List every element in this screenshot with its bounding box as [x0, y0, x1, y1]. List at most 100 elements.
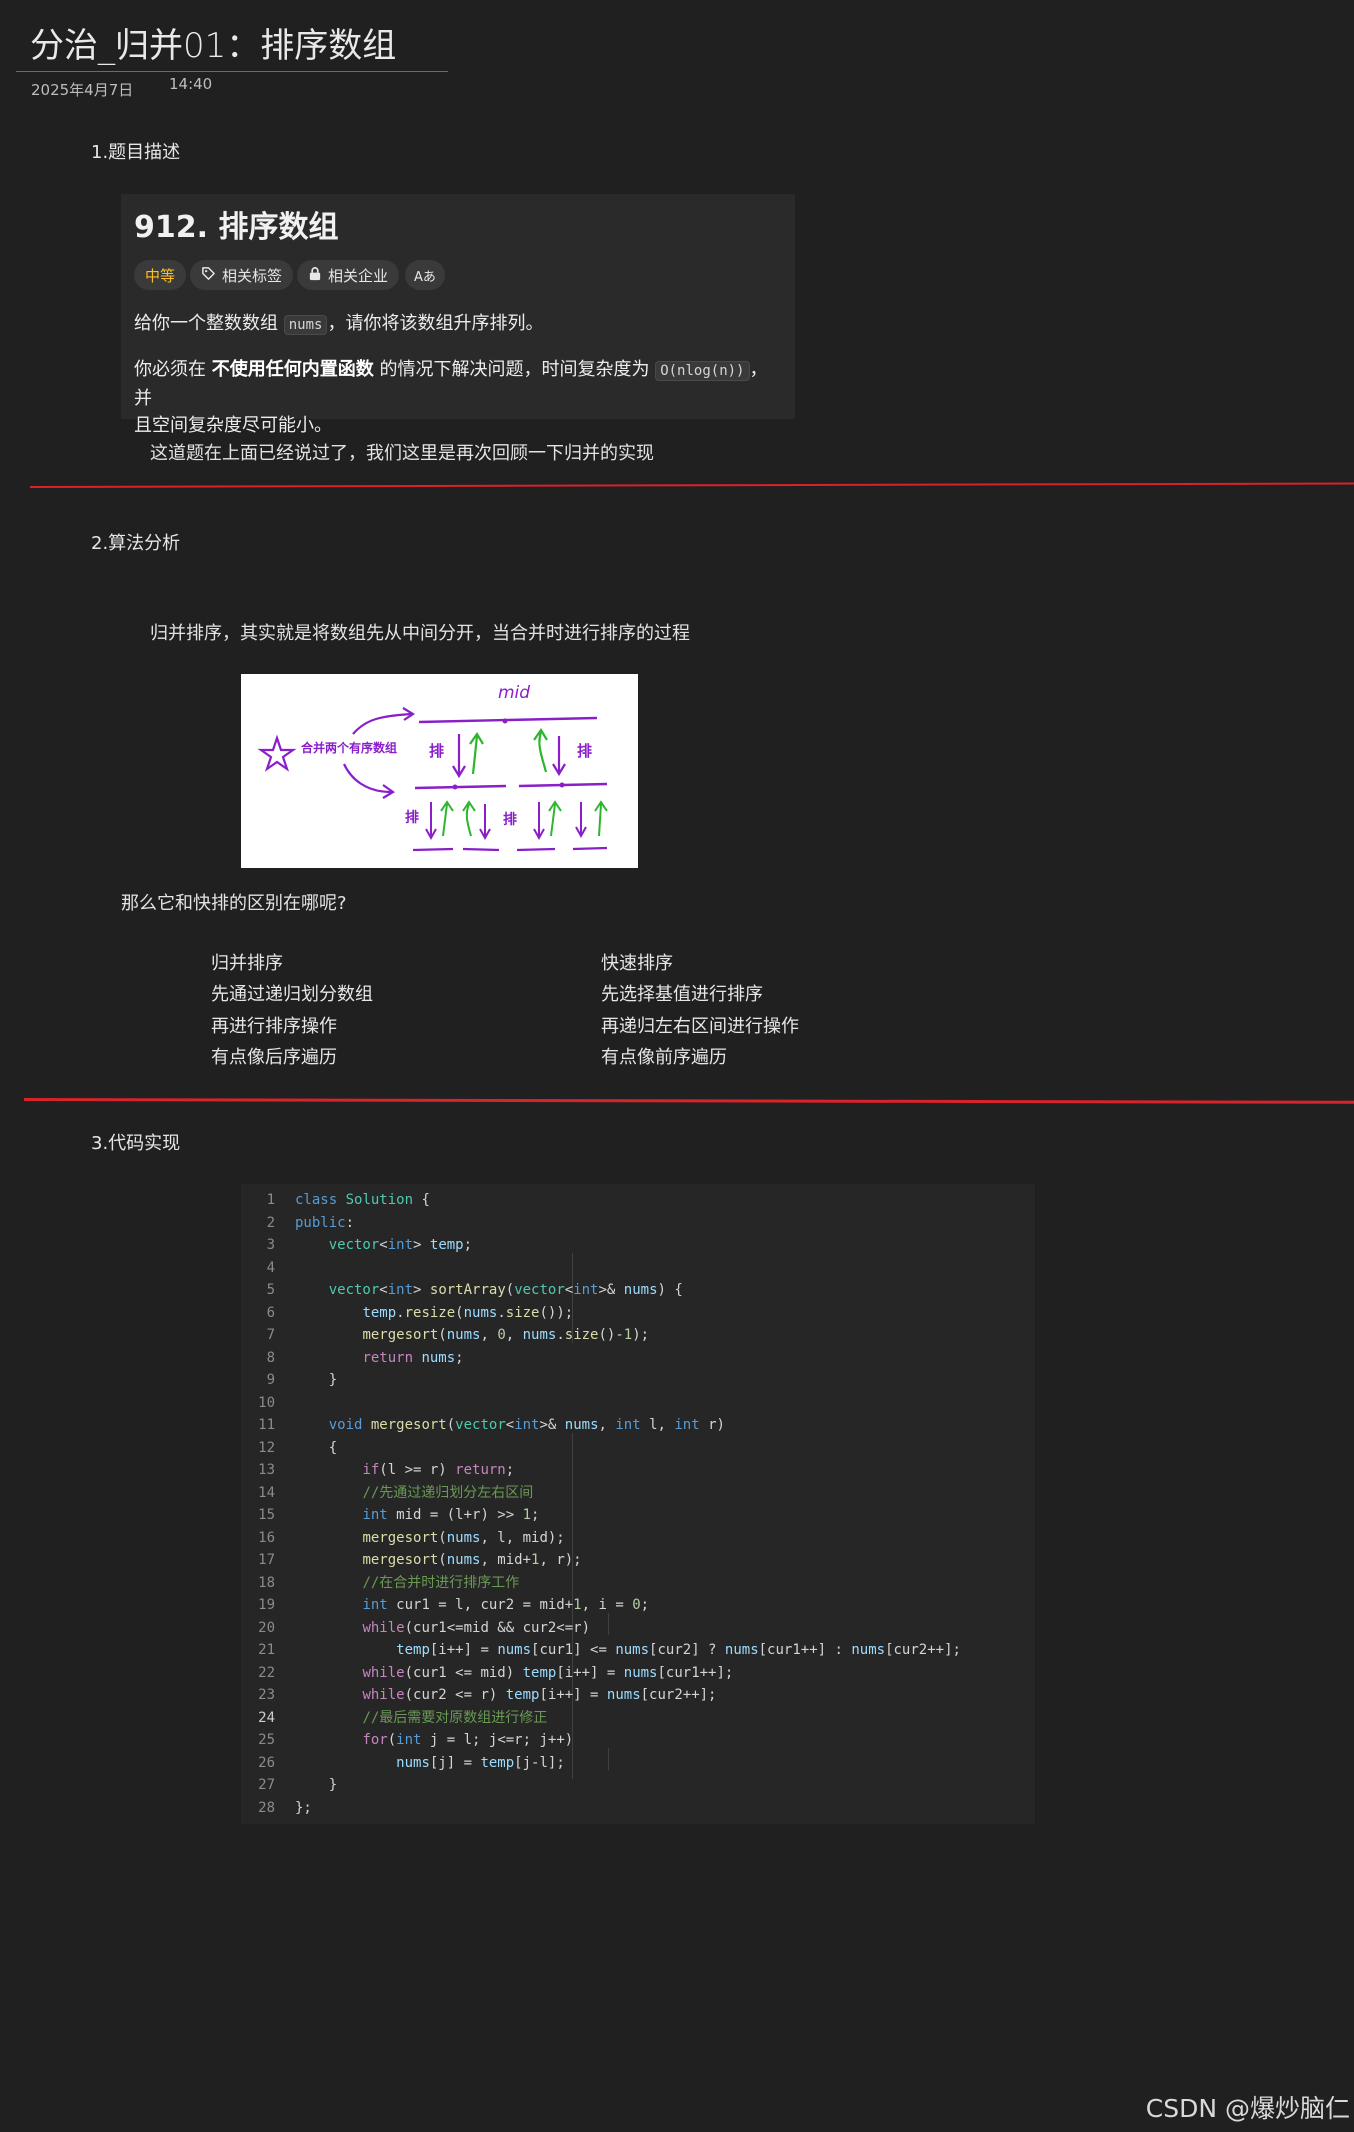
code-line[interactable]: //在合并时进行排序工作: [295, 1572, 519, 1595]
code-line[interactable]: mergesort(nums, 0, nums.size()-1);: [295, 1324, 649, 1347]
diagram-sort-mark-bottom-2: 排: [503, 811, 517, 828]
code-line-number: 2: [266, 1214, 275, 1231]
related-tags-button[interactable]: 相关标签: [190, 260, 294, 290]
code-line[interactable]: while(cur2 <= r) temp[i++] = nums[cur2++…: [295, 1684, 716, 1707]
comparison-question: 那么它和快排的区别在哪呢?: [121, 893, 347, 914]
diagram-mid-label: mid: [498, 683, 530, 703]
diagram-sort-mark-bottom-1: 排: [405, 809, 419, 826]
page-time: 14:40: [169, 75, 213, 93]
inline-code-complexity: O(nlog(n)): [655, 361, 750, 381]
code-line[interactable]: mergesort(nums, mid+1, r);: [295, 1549, 581, 1572]
indent-guide: [608, 1748, 609, 1770]
code-line-number: 17: [258, 1552, 275, 1568]
red-divider-1: [29, 482, 1354, 488]
star-icon: [257, 734, 297, 772]
page-date: 2025年4月7日: [31, 81, 134, 99]
code-line-number: 24: [258, 1709, 275, 1726]
lock-icon: [308, 266, 322, 285]
code-line[interactable]: }: [295, 1369, 337, 1392]
quick-sort-column-header: 快速排序: [601, 953, 673, 974]
code-line[interactable]: };: [295, 1797, 312, 1820]
csdn-watermark: CSDN @爆炒脑仁: [1145, 2094, 1350, 2123]
note-recap: 这道题在上面已经说过了，我们这里是再次回顾一下归并的实现: [150, 443, 654, 464]
code-line[interactable]: temp[i++] = nums[cur1] <= nums[cur2] ? n…: [295, 1639, 961, 1662]
quick-sort-point-2: 再递归左右区间进行操作: [601, 1016, 799, 1037]
merge-sort-diagram: 合并两个有序数组 mid 排 排 排 排: [241, 674, 638, 868]
section-heading-code: 3.代码实现: [91, 1133, 181, 1154]
tag-icon: [201, 266, 216, 285]
problem-statement-1: 给你一个整数数组 nums ，请你将该数组升序排列。: [134, 313, 544, 335]
translate-button[interactable]: Aあ: [405, 260, 445, 290]
code-line[interactable]: public:: [295, 1212, 354, 1235]
quick-sort-point-3: 有点像前序遍历: [601, 1047, 727, 1068]
difficulty-badge[interactable]: 中等: [134, 260, 187, 290]
code-line-number: 15: [258, 1507, 275, 1523]
code-line-number: 5: [266, 1282, 275, 1298]
diagram-sort-mark-top-right: 排: [577, 742, 592, 760]
merge-sort-point-2: 再进行排序操作: [211, 1016, 337, 1037]
code-line-number: 19: [258, 1597, 275, 1613]
code-line-number: 26: [258, 1754, 275, 1771]
code-line-number: 9: [266, 1372, 275, 1388]
code-line[interactable]: temp.resize(nums.size());: [295, 1302, 573, 1325]
related-tags-label: 相关标签: [222, 266, 283, 285]
code-line-number: 8: [266, 1349, 275, 1366]
merge-sort-point-1: 先通过递归划分数组: [211, 984, 373, 1005]
code-line-number: 22: [258, 1664, 275, 1681]
code-line-number: 25: [258, 1732, 275, 1748]
code-line[interactable]: vector<int> sortArray(vector<int>& nums)…: [295, 1279, 683, 1302]
code-line-number: 7: [266, 1327, 275, 1343]
code-line-number: 12: [258, 1439, 275, 1456]
code-line-number: 11: [258, 1417, 275, 1433]
code-line[interactable]: void mergesort(vector<int>& nums, int l,…: [295, 1414, 725, 1437]
code-line[interactable]: vector<int> temp;: [295, 1234, 472, 1257]
code-line[interactable]: mergesort(nums, l, mid);: [295, 1527, 564, 1550]
code-line-number: 10: [258, 1394, 275, 1411]
code-line-number: 14: [258, 1484, 275, 1501]
code-line[interactable]: return nums;: [295, 1347, 463, 1370]
related-companies-label: 相关企业: [328, 266, 389, 285]
code-line[interactable]: class Solution {: [295, 1189, 430, 1212]
related-companies-button[interactable]: 相关企业: [297, 260, 400, 290]
code-line-number: 4: [266, 1259, 275, 1276]
code-line[interactable]: }: [295, 1774, 337, 1797]
analysis-text: 归并排序，其实就是将数组先从中间分开，当合并时进行排序的过程: [150, 623, 690, 644]
section-heading-analysis: 2.算法分析: [91, 533, 181, 554]
section-heading-description: 1.题目描述: [91, 142, 181, 163]
code-line[interactable]: int cur1 = l, cur2 = mid+1, i = 0;: [295, 1594, 649, 1617]
problem-title: 912. 排序数组: [134, 210, 339, 245]
code-line-number: 28: [258, 1799, 275, 1816]
diagram-sort-mark-top-left: 排: [429, 742, 444, 760]
red-divider-2: [23, 1098, 1354, 1104]
code-line-number: 6: [266, 1304, 275, 1321]
difficulty-label: 中等: [145, 266, 176, 285]
title-divider: [16, 71, 448, 72]
inline-code-nums: nums: [283, 315, 328, 335]
code-line-number: 13: [258, 1462, 275, 1478]
diagram-svg: 合并两个有序数组 mid 排 排 排 排: [257, 683, 608, 852]
code-line-number: 23: [258, 1687, 275, 1703]
code-line[interactable]: if(l >= r) return;: [295, 1459, 514, 1482]
code-line[interactable]: {: [295, 1437, 337, 1460]
code-line[interactable]: while(cur1 <= mid) temp[i++] = nums[cur1…: [295, 1662, 733, 1685]
code-line[interactable]: for(int j = l; j<=r; j++): [295, 1729, 573, 1752]
merge-sort-column-header: 归并排序: [211, 953, 283, 974]
quick-sort-point-1: 先选择基值进行排序: [601, 984, 763, 1005]
code-line-number: 1: [266, 1192, 275, 1208]
code-line-number: 3: [266, 1237, 275, 1253]
code-line-number: 16: [258, 1529, 275, 1546]
merge-sort-point-3: 有点像后序遍历: [211, 1047, 337, 1068]
code-line[interactable]: while(cur1<=mid && cur2<=r): [295, 1617, 590, 1640]
code-line-number: 20: [258, 1619, 275, 1636]
code-line[interactable]: //最后需要对原数组进行修正: [295, 1707, 547, 1730]
code-line-number: 21: [258, 1642, 275, 1658]
code-line[interactable]: //先通过递归划分左右区间: [295, 1482, 533, 1505]
translate-icon: Aあ: [414, 269, 436, 285]
emphasis-no-builtin: 不使用任何内置函数: [211, 359, 374, 380]
code-line[interactable]: nums[j] = temp[j-l];: [295, 1752, 565, 1775]
code-line-number: 18: [258, 1574, 275, 1591]
problem-statement-2: 你必须在 不使用任何内置函数 的情况下解决问题，时间复杂度为 O(nlog(n)…: [134, 359, 768, 436]
code-line-number: 27: [258, 1777, 275, 1793]
page-title: 分治_归并01：排序数组: [30, 26, 397, 66]
code-line[interactable]: int mid = (l+r) >> 1;: [295, 1504, 539, 1527]
